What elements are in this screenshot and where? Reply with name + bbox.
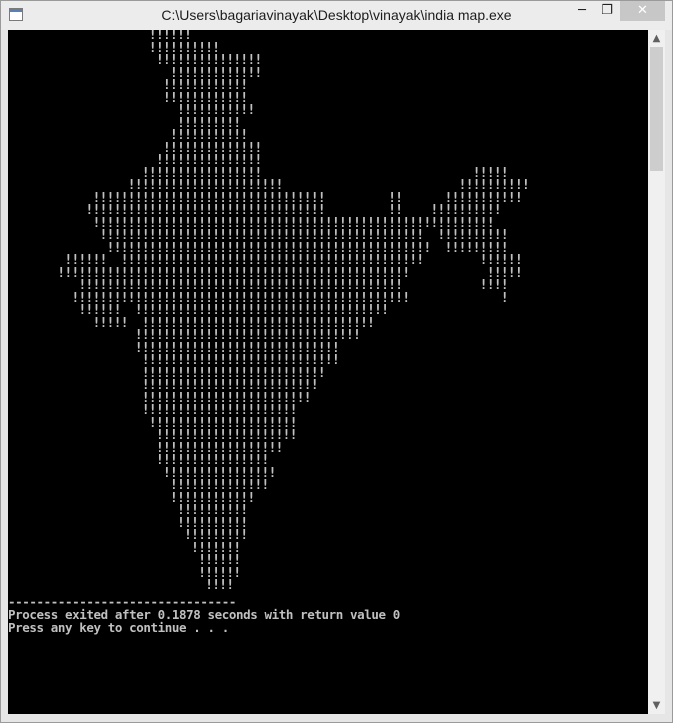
console-footer: -------------------------------- Process…	[8, 595, 400, 634]
console-output-area[interactable]: !!!!!! !!!!!!!!!! !!!!!!!!!!!!!!! !!!!!!…	[8, 30, 648, 714]
window-bottom-border	[8, 714, 665, 722]
close-icon: ✕	[637, 3, 648, 18]
scrollbar-thumb[interactable]	[650, 47, 663, 171]
scroll-down-arrow-icon[interactable]: ▼	[648, 697, 665, 714]
map-line: !!!!	[8, 578, 234, 593]
close-button[interactable]: ✕	[620, 1, 665, 21]
continue-prompt: Press any key to continue . . .	[8, 620, 229, 635]
minimize-icon: ─	[578, 3, 586, 18]
ascii-india-map: !!!!!! !!!!!!!!!! !!!!!!!!!!!!!!! !!!!!!…	[8, 30, 530, 593]
maximize-button[interactable]: ❐	[595, 1, 619, 21]
restore-icon: ❐	[601, 3, 613, 18]
console-window: C:\Users\bagariavinayak\Desktop\vinayak\…	[0, 0, 673, 723]
title-bar[interactable]: C:\Users\bagariavinayak\Desktop\vinayak\…	[1, 1, 672, 30]
vertical-scrollbar[interactable]: ▲ ▼	[648, 30, 665, 714]
minimize-button[interactable]: ─	[569, 1, 595, 21]
scroll-up-arrow-icon[interactable]: ▲	[648, 30, 665, 47]
